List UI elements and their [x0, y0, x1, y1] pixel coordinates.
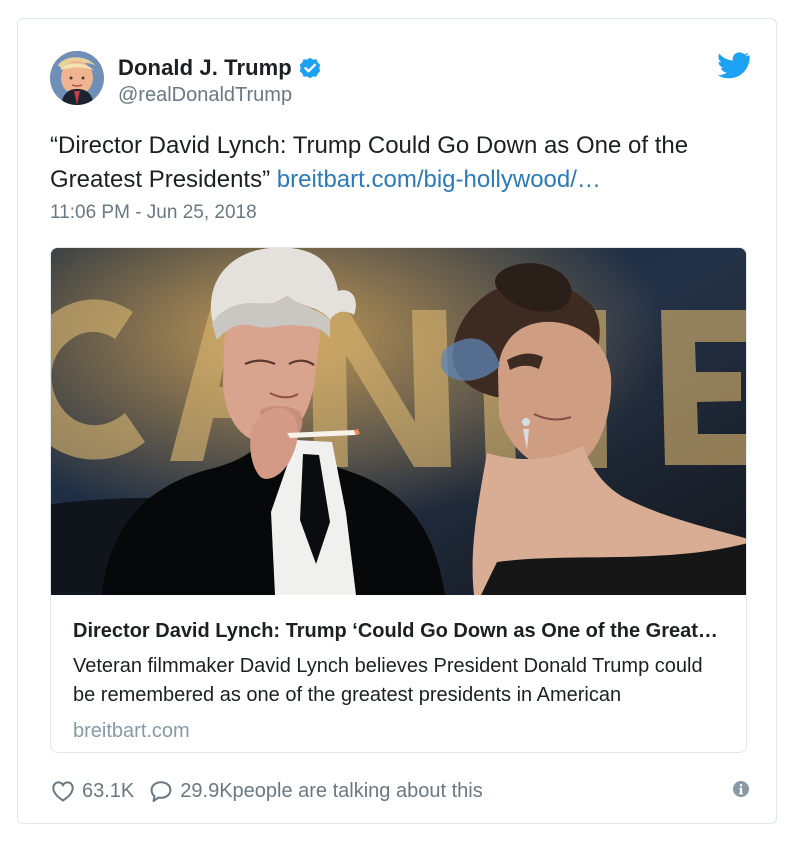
- twitter-bird-icon[interactable]: [717, 51, 750, 79]
- author-info: Donald J. Trump @realDonaldTrump: [118, 53, 322, 107]
- talking-text: people are talking about this: [232, 779, 483, 802]
- talking-count: 29.9K: [180, 779, 233, 802]
- author-handle[interactable]: @realDonaldTrump: [118, 84, 322, 107]
- article-title[interactable]: Director David Lynch: Trump ‘Could Go Do…: [73, 618, 728, 644]
- verified-badge-icon: [298, 56, 322, 80]
- heart-icon: [52, 781, 74, 802]
- tweet-link[interactable]: breitbart.com/big-hollywood/…: [277, 166, 601, 193]
- article-card-body: Director David Lynch: Trump ‘Could Go Do…: [73, 618, 728, 744]
- tweet-timestamp[interactable]: 11:06 PM - Jun 25, 2018: [50, 202, 257, 224]
- article-photo-illustration: [51, 248, 746, 595]
- conversation-action[interactable]: 29.9K people are talking about this: [148, 778, 483, 804]
- tweet-text: “Director David Lynch: Trump Could Go Do…: [50, 129, 750, 197]
- article-link-card[interactable]: Director David Lynch: Trump ‘Could Go Do…: [50, 247, 747, 753]
- article-photo[interactable]: [51, 248, 746, 595]
- speech-bubble-icon: [150, 781, 172, 802]
- article-description: Veteran filmmaker David Lynch believes P…: [73, 655, 703, 706]
- tweet-header: Donald J. Trump @realDonaldTrump: [50, 51, 750, 111]
- avatar-portrait: [50, 51, 104, 105]
- author-name-row: Donald J. Trump: [118, 53, 322, 83]
- author-display-name[interactable]: Donald J. Trump: [118, 55, 292, 81]
- tweet-embed-card: Donald J. Trump @realDonaldTrump “Direct…: [17, 18, 777, 824]
- tweet-actions: 63.1K 29.9K people are talking about thi…: [50, 775, 750, 807]
- like-count: 63.1K: [82, 779, 135, 802]
- info-icon[interactable]: [732, 780, 750, 798]
- author-avatar[interactable]: [50, 51, 104, 105]
- like-action[interactable]: 63.1K: [50, 778, 134, 804]
- article-domain[interactable]: breitbart.com: [73, 718, 728, 744]
